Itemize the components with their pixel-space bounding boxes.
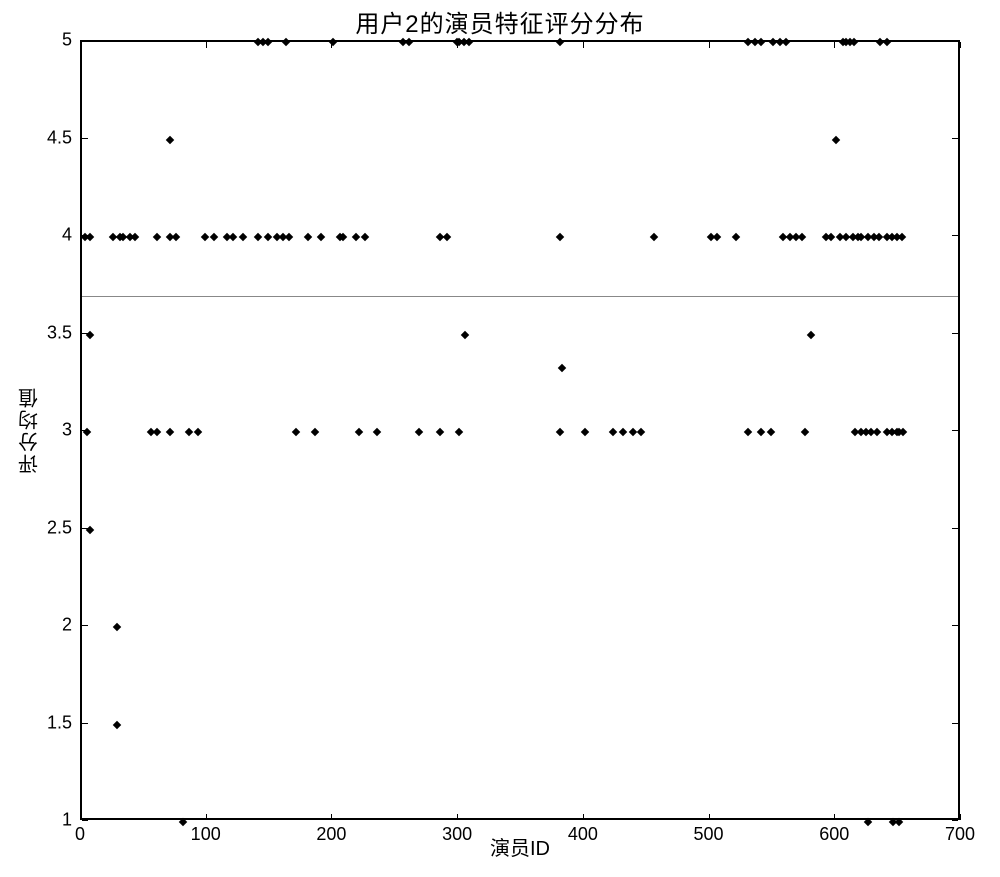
data-point: [166, 135, 174, 143]
data-point: [650, 233, 658, 241]
data-point: [281, 38, 289, 46]
data-point: [239, 233, 247, 241]
data-point: [713, 233, 721, 241]
y-tick-label: 3: [62, 420, 72, 441]
data-point: [113, 720, 121, 728]
x-tick-label: 400: [568, 824, 598, 845]
x-tick-label: 100: [191, 824, 221, 845]
reference-line: [82, 296, 958, 297]
data-point: [555, 38, 563, 46]
x-tick-label: 0: [75, 824, 85, 845]
data-point: [608, 428, 616, 436]
data-point: [767, 428, 775, 436]
data-point: [581, 428, 589, 436]
x-tick-label: 500: [694, 824, 724, 845]
y-tick-label: 4.5: [47, 127, 72, 148]
data-point: [153, 428, 161, 436]
data-point: [131, 233, 139, 241]
chart-title: 用户2的演员特征评分分布: [0, 4, 1000, 39]
data-point: [731, 233, 739, 241]
data-point: [354, 428, 362, 436]
y-tick-label: 3.5: [47, 322, 72, 343]
data-point: [757, 428, 765, 436]
data-point: [373, 428, 381, 436]
data-point: [558, 363, 566, 371]
data-point: [264, 233, 272, 241]
y-tick-label: 2: [62, 615, 72, 636]
data-point: [304, 233, 312, 241]
data-point: [798, 233, 806, 241]
data-point: [153, 233, 161, 241]
data-point: [317, 233, 325, 241]
data-point: [166, 428, 174, 436]
data-point: [465, 38, 473, 46]
data-point: [832, 135, 840, 143]
data-point: [264, 38, 272, 46]
y-tick-label: 2.5: [47, 517, 72, 538]
data-point: [415, 428, 423, 436]
plot-area: [80, 40, 960, 820]
data-point: [801, 428, 809, 436]
y-tick-label: 1.5: [47, 712, 72, 733]
data-point: [291, 428, 299, 436]
data-point: [405, 38, 413, 46]
data-point: [185, 428, 193, 436]
data-point: [178, 818, 186, 826]
data-point: [361, 233, 369, 241]
data-point: [229, 233, 237, 241]
x-tick-label: 700: [945, 824, 975, 845]
data-point: [442, 233, 450, 241]
data-point: [461, 330, 469, 338]
data-point: [827, 233, 835, 241]
data-point: [895, 818, 903, 826]
data-point: [310, 428, 318, 436]
y-tick-label: 4: [62, 225, 72, 246]
data-point: [113, 623, 121, 631]
data-point: [628, 428, 636, 436]
scatter-chart: 用户2的演员特征评分分布 演员ID 评分均值 01002003004005006…: [0, 0, 1000, 877]
data-point: [210, 233, 218, 241]
data-point: [352, 233, 360, 241]
data-point: [436, 428, 444, 436]
data-point: [863, 818, 871, 826]
data-point: [618, 428, 626, 436]
data-point: [254, 233, 262, 241]
data-point: [744, 428, 752, 436]
data-point: [193, 428, 201, 436]
x-tick-label: 200: [316, 824, 346, 845]
y-axis-label: 评分均值: [18, 40, 42, 820]
x-tick-label: 600: [819, 824, 849, 845]
data-point: [882, 38, 890, 46]
data-point: [872, 428, 880, 436]
x-tick-label: 300: [442, 824, 472, 845]
data-point: [555, 428, 563, 436]
data-point: [201, 233, 209, 241]
y-tick-label: 1: [62, 810, 72, 831]
data-point: [757, 38, 765, 46]
data-point: [782, 38, 790, 46]
data-point: [807, 330, 815, 338]
data-point: [555, 233, 563, 241]
y-tick-label: 5: [62, 30, 72, 51]
data-point: [455, 428, 463, 436]
data-point: [637, 428, 645, 436]
data-point: [172, 233, 180, 241]
data-point: [285, 233, 293, 241]
